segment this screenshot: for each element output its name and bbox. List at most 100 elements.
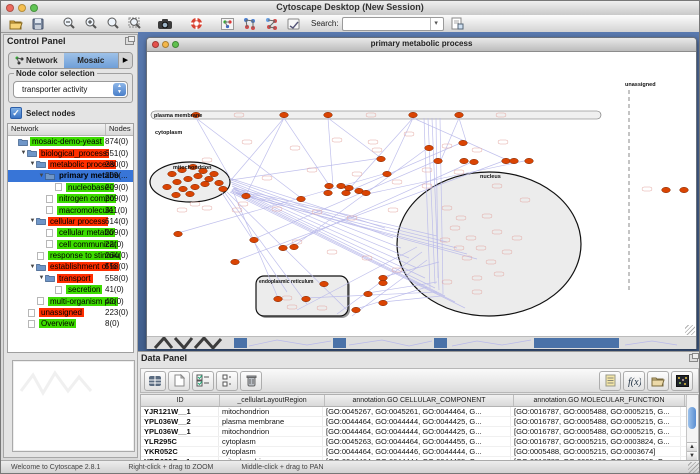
node-color-attribute-select[interactable]: transporter activity ▲▼ bbox=[13, 81, 128, 98]
network-node[interactable] bbox=[680, 187, 689, 192]
minimized-window-titlebar[interactable] bbox=[434, 338, 447, 348]
network-node[interactable] bbox=[345, 185, 354, 190]
tab-overflow-icon[interactable]: ▶ bbox=[118, 53, 132, 68]
network-node[interactable] bbox=[172, 192, 181, 197]
network-canvas[interactable]: plasma membranecytoplasmmitochondrionnuc… bbox=[147, 52, 696, 336]
window-resize-grip-icon[interactable] bbox=[688, 462, 699, 473]
network-node[interactable] bbox=[409, 112, 418, 117]
network-node[interactable] bbox=[194, 173, 203, 178]
network-node[interactable] bbox=[342, 190, 351, 195]
network-node[interactable] bbox=[324, 190, 333, 195]
network-edge[interactable] bbox=[413, 118, 507, 160]
zoom-out-icon[interactable] bbox=[58, 16, 79, 31]
select-from-network-icon[interactable] bbox=[261, 16, 282, 31]
tree-row[interactable]: ▼transport558(0) bbox=[8, 273, 133, 284]
select-first-neighbors-icon[interactable] bbox=[239, 16, 260, 31]
search-dropdown-icon[interactable]: ▾ bbox=[430, 18, 442, 30]
network-node[interactable] bbox=[210, 171, 219, 176]
network-edge[interactable] bbox=[441, 118, 459, 160]
network-edge[interactable] bbox=[284, 118, 329, 185]
row-checklist-icon[interactable] bbox=[216, 371, 238, 391]
table-row[interactable]: YKR052Ccytoplasm[GO:0044464, GO:0044446,… bbox=[141, 447, 698, 457]
network-node[interactable] bbox=[279, 245, 288, 250]
advanced-search-icon[interactable] bbox=[447, 16, 468, 31]
network-node[interactable] bbox=[179, 186, 188, 191]
attribute-checklist-icon[interactable] bbox=[192, 371, 214, 391]
network-node[interactable] bbox=[163, 184, 172, 189]
tree-row[interactable]: nucleobase-209(0) bbox=[8, 182, 133, 193]
birdseye-view[interactable] bbox=[12, 360, 135, 452]
expand-arrow-icon[interactable]: ▼ bbox=[38, 173, 45, 179]
tree-row[interactable]: ▼establishment of lo558(0) bbox=[8, 261, 133, 272]
float-panel-icon[interactable] bbox=[125, 37, 134, 45]
table-row[interactable]: YLR295Ccytoplasm[GO:0045263, GO:0044464,… bbox=[141, 437, 698, 447]
expand-arrow-icon[interactable]: ▼ bbox=[29, 264, 36, 270]
network-node[interactable] bbox=[379, 275, 388, 280]
network-node[interactable] bbox=[297, 196, 306, 201]
nucleus-region[interactable] bbox=[397, 172, 581, 316]
network-node[interactable] bbox=[525, 158, 534, 163]
tree-row[interactable]: cellular metabo209(0) bbox=[8, 227, 133, 238]
tab-mosaic[interactable]: Mosaic bbox=[64, 53, 119, 68]
network-node[interactable] bbox=[250, 237, 259, 242]
table-column-header[interactable]: ID bbox=[141, 395, 220, 406]
network-node[interactable] bbox=[510, 158, 519, 163]
network-node[interactable] bbox=[201, 181, 210, 186]
network-node[interactable] bbox=[379, 300, 388, 305]
tree-row[interactable]: response to stimulu264(0) bbox=[8, 250, 133, 261]
zoom-fit-icon[interactable] bbox=[124, 16, 145, 31]
network-node[interactable] bbox=[174, 231, 183, 236]
tree-row[interactable]: cell communicat22(0) bbox=[8, 239, 133, 250]
view-resize-grip-icon[interactable] bbox=[685, 325, 695, 335]
network-node[interactable] bbox=[219, 186, 228, 191]
float-panel-icon[interactable] bbox=[689, 354, 698, 362]
network-edge[interactable] bbox=[231, 158, 381, 180]
network-node[interactable] bbox=[425, 145, 434, 150]
tree-row[interactable]: ▼cellular process614(0) bbox=[8, 216, 133, 227]
expand-arrow-icon[interactable]: ▼ bbox=[20, 150, 27, 156]
network-node[interactable] bbox=[324, 112, 333, 117]
network-node[interactable] bbox=[460, 158, 469, 163]
open-folder-icon[interactable] bbox=[5, 16, 26, 31]
network-node[interactable] bbox=[362, 190, 371, 195]
save-icon[interactable] bbox=[27, 16, 48, 31]
tree-row[interactable]: nitrogen compo209(0) bbox=[8, 193, 133, 204]
network-node[interactable] bbox=[662, 187, 671, 192]
import-attributes-folder-icon[interactable] bbox=[647, 371, 669, 391]
annotation-icon[interactable] bbox=[283, 16, 304, 31]
network-node[interactable] bbox=[215, 180, 224, 185]
formula-builder-icon[interactable]: f(x) bbox=[623, 371, 645, 391]
network-node[interactable] bbox=[280, 112, 289, 117]
network-node[interactable] bbox=[377, 156, 386, 161]
tree-row[interactable]: multi-organism pro42(0) bbox=[8, 295, 133, 306]
network-node[interactable] bbox=[205, 176, 214, 181]
network-node[interactable] bbox=[231, 259, 240, 264]
minimized-window-titlebar[interactable] bbox=[234, 338, 247, 348]
tree-row[interactable]: ▼biological_process651(0) bbox=[8, 147, 133, 158]
delete-attribute-trash-icon[interactable] bbox=[240, 371, 262, 391]
minimized-window-titlebar[interactable] bbox=[333, 338, 346, 348]
network-edge[interactable] bbox=[232, 184, 409, 258]
minimized-network-thumbnail[interactable] bbox=[155, 338, 221, 348]
zoom-in-icon[interactable] bbox=[80, 16, 101, 31]
network-node[interactable] bbox=[364, 291, 373, 296]
network-edge[interactable] bbox=[231, 118, 284, 180]
attribute-matrix-icon[interactable] bbox=[671, 371, 693, 391]
network-node[interactable] bbox=[186, 191, 195, 196]
snapshot-camera-icon[interactable] bbox=[155, 16, 176, 31]
network-node[interactable] bbox=[383, 171, 392, 176]
zoom-selected-icon[interactable] bbox=[102, 16, 123, 31]
tab-network[interactable]: Network bbox=[9, 53, 64, 68]
table-row[interactable]: YPL036W__2plasma membrane[GO:0044464, GO… bbox=[141, 417, 698, 427]
tree-col-nodes[interactable]: Nodes bbox=[106, 124, 133, 135]
new-attribute-icon[interactable] bbox=[168, 371, 190, 391]
expand-arrow-icon[interactable]: ▼ bbox=[38, 275, 45, 281]
network-node[interactable] bbox=[459, 140, 468, 145]
network-node[interactable] bbox=[168, 171, 177, 176]
table-column-header[interactable]: annotation.GO CELLULAR_COMPONENT bbox=[325, 395, 514, 406]
network-node[interactable] bbox=[502, 158, 511, 163]
network-node[interactable] bbox=[352, 307, 361, 312]
table-row[interactable]: YJR121W__1mitochondrion[GO:0045267, GO:0… bbox=[141, 407, 698, 417]
expand-arrow-icon[interactable]: ▼ bbox=[29, 161, 36, 167]
attribute-editor-icon[interactable] bbox=[599, 371, 621, 391]
